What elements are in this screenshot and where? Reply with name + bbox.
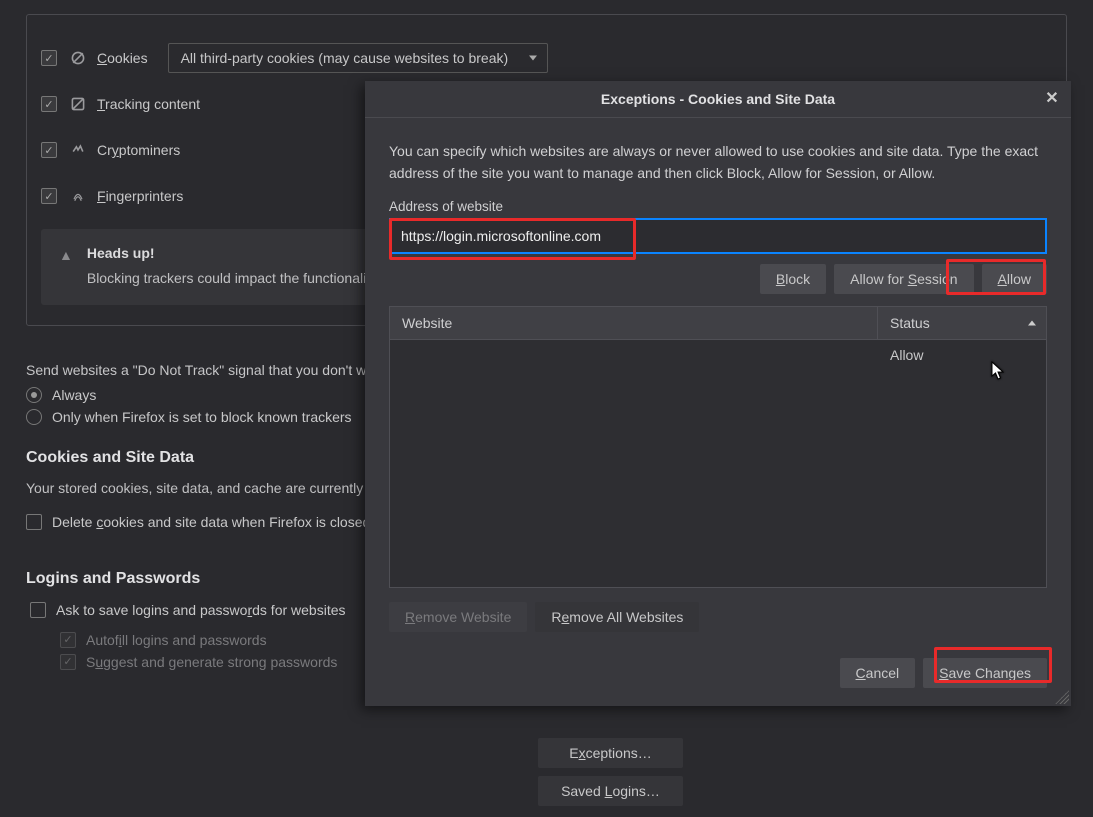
cookies-policy-select[interactable]: All third-party cookies (may cause websi… [168,43,548,73]
ask-save-checkbox[interactable] [30,602,46,618]
dnt-always-radio[interactable] [26,387,42,403]
dnt-only-radio[interactable] [26,409,42,425]
warning-icon: ▲ [59,247,73,263]
cancel-button[interactable]: Cancel [840,658,916,688]
fingerprint-checkbox[interactable] [41,188,57,204]
ask-save-label: Ask to save logins and passwords for web… [56,602,346,618]
crypto-icon [69,141,87,159]
saved-logins-button[interactable]: Saved Logins… [538,776,683,806]
row-website [390,340,878,370]
finger-label: Fingerprinters [97,188,183,204]
dnt-only-label: Only when Firefox is set to block known … [52,409,352,425]
address-input[interactable] [389,218,1047,254]
exceptions-dialog: Exceptions - Cookies and Site Data ✕ You… [365,81,1071,706]
exceptions-table[interactable]: Allow [389,340,1047,588]
suggest-label: Suggest and generate strong passwords [86,654,337,670]
remove-all-button[interactable]: Remove All Websites [535,602,699,632]
tracking-checkbox[interactable] [41,96,57,112]
tracking-icon [69,95,87,113]
fingerprint-icon [69,187,87,205]
delete-on-close-checkbox[interactable] [26,514,42,530]
address-label: Address of website [389,199,1047,214]
no-cookie-icon [69,49,87,67]
cookies-label: CCookiesookies [97,50,148,66]
th-status[interactable]: Status [878,307,1046,339]
cookies-checkbox[interactable] [41,50,57,66]
delete-on-close-label: Delete cookies and site data when Firefo… [52,514,370,530]
resize-handle[interactable] [1055,690,1069,704]
sort-up-icon [1028,320,1036,325]
table-row[interactable]: Allow [390,340,1046,370]
crypto-checkbox[interactable] [41,142,57,158]
block-button[interactable]: Block [760,264,826,294]
table-header: Website Status [389,306,1047,340]
exceptions-button[interactable]: Exceptions… [538,738,683,768]
dnt-always-label: Always [52,387,96,403]
close-icon[interactable]: ✕ [1039,85,1065,111]
autofill-label: Autofill logins and passwords [86,632,267,648]
dialog-desc: You can specify which websites are alway… [389,140,1047,185]
allow-button[interactable]: Allow [982,264,1047,294]
dialog-title: Exceptions - Cookies and Site Data ✕ [365,81,1071,118]
autofill-checkbox [60,632,76,648]
suggest-checkbox [60,654,76,670]
allow-session-button[interactable]: Allow for Session [834,264,973,294]
crypto-label: Cryptominers [97,142,180,158]
th-website[interactable]: Website [390,307,878,339]
row-status: Allow [878,340,1046,370]
tracking-label: Tracking content [97,96,200,112]
save-changes-button[interactable]: Save Changes [923,658,1047,688]
remove-website-button: Remove Website [389,602,527,632]
